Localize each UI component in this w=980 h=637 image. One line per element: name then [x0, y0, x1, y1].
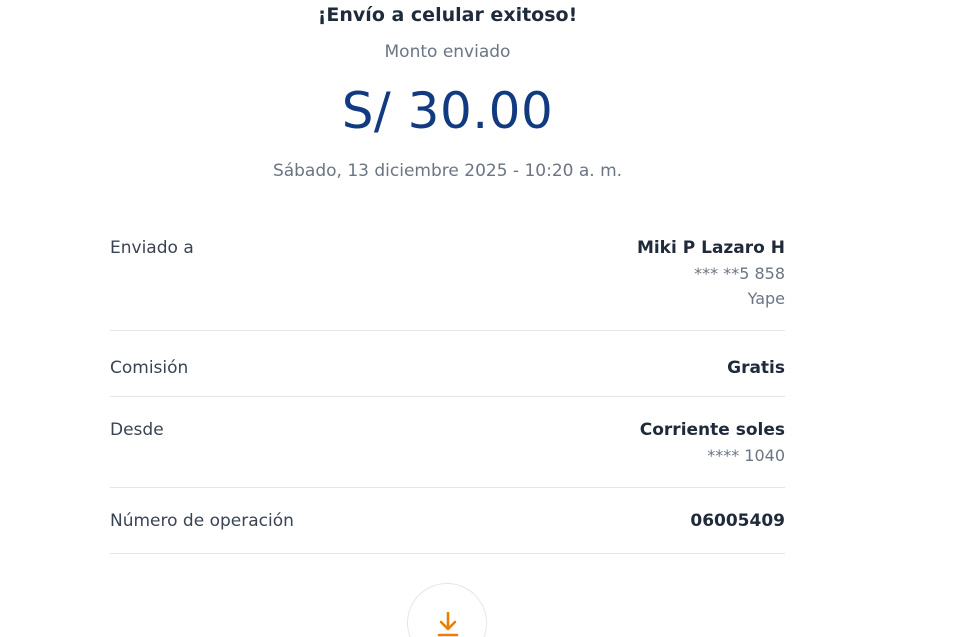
recipient-name: Miki P Lazaro H: [636, 238, 785, 258]
commission-amount: Gratis: [727, 358, 785, 378]
success-title: ¡Envío a celular exitoso!: [317, 4, 578, 26]
detail-row-sent-to: Enviado a Miki P Lazaro H *** **5 858 Ya…: [110, 225, 785, 331]
recipient-phone: *** **5 858: [694, 264, 785, 283]
operation-label: Número de operación: [110, 511, 294, 531]
operation-number: 06005409: [690, 511, 785, 531]
operation-value: 06005409: [690, 509, 785, 553]
transaction-datetime: Sábado, 13 diciembre 2025 - 10:20 a. m.: [272, 161, 623, 181]
source-account-name: Corriente soles: [639, 420, 785, 440]
sent-to-value: Miki P Lazaro H *** **5 858 Yape: [637, 236, 785, 330]
download-button[interactable]: [407, 583, 487, 637]
transfer-receipt: ¡Envío a celular exitoso! Monto enviado …: [0, 0, 980, 637]
recipient-app: Yape: [747, 289, 785, 308]
download-icon: [437, 611, 459, 637]
detail-row-commission: Comisión Gratis: [110, 331, 785, 397]
commission-label: Comisión: [110, 358, 189, 378]
from-value: Corriente soles **** 1040: [640, 418, 785, 487]
details-list: Enviado a Miki P Lazaro H *** **5 858 Ya…: [110, 225, 785, 554]
amount-value: S/ 30.00: [341, 82, 554, 140]
sent-to-label: Enviado a: [110, 238, 194, 258]
from-label: Desde: [110, 420, 164, 440]
commission-value: Gratis: [727, 356, 785, 396]
amount-label: Monto enviado: [384, 42, 511, 62]
source-account-number: **** 1040: [707, 446, 785, 465]
detail-row-from: Desde Corriente soles **** 1040: [110, 397, 785, 488]
detail-row-operation: Número de operación 06005409: [110, 488, 785, 554]
